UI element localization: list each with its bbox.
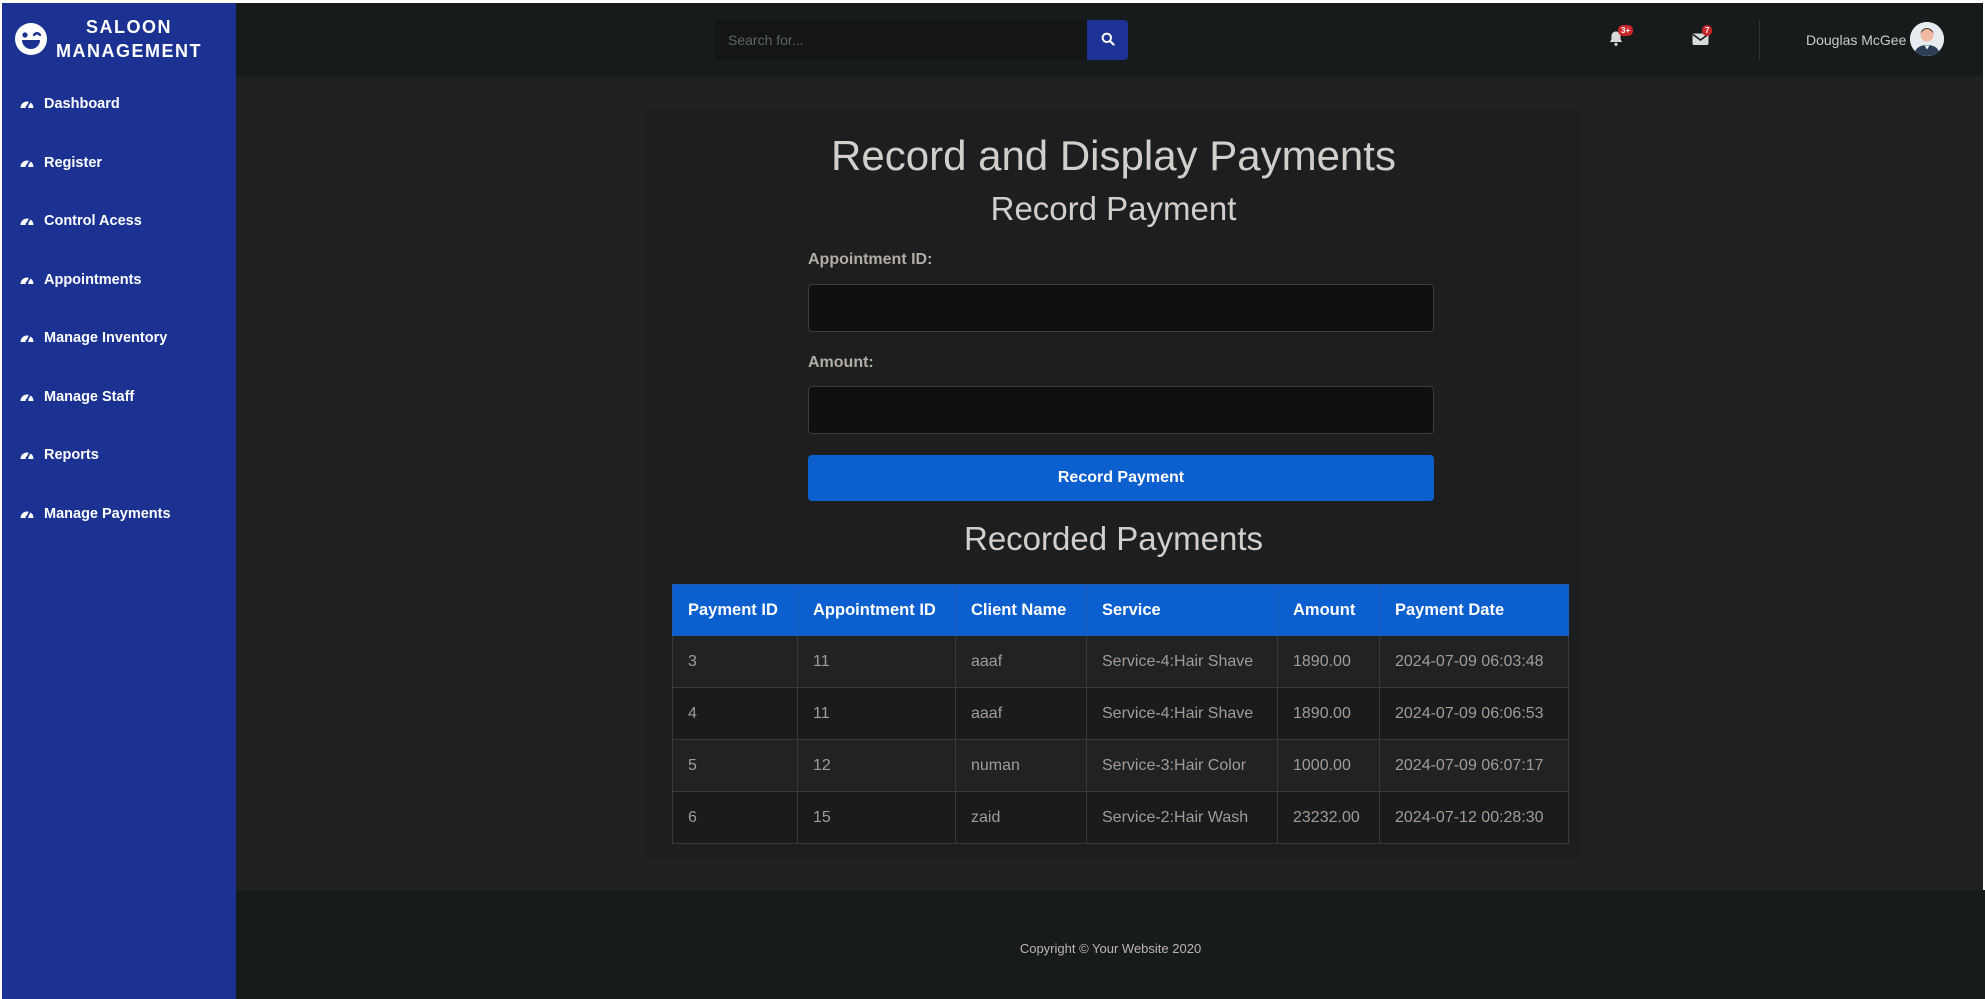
footer: Copyright © Your Website 2020 xyxy=(236,890,1985,999)
cell-service: Service-4:Hair Shave xyxy=(1086,635,1278,688)
search-input[interactable] xyxy=(715,20,1087,60)
payments-card: Record and Display Payments Record Payme… xyxy=(646,110,1581,860)
record-payment-button[interactable]: Record Payment xyxy=(808,455,1434,501)
cell-appointment-id: 12 xyxy=(797,739,956,792)
table-title: Recorded Payments xyxy=(964,520,1263,557)
page-title: Record and Display Payments xyxy=(831,132,1396,179)
cell-amount: 1890.00 xyxy=(1277,635,1380,688)
laugh-wink-icon xyxy=(14,22,48,56)
cell-service: Service-2:Hair Wash xyxy=(1086,791,1278,844)
appointment-id-label: Appointment ID: xyxy=(808,251,933,268)
tachometer-icon xyxy=(19,389,35,405)
column-header-payment-date: Payment Date xyxy=(1379,584,1569,636)
tachometer-icon xyxy=(19,213,35,229)
topbar-divider xyxy=(1759,20,1760,60)
amount-label: Amount: xyxy=(808,354,874,371)
sidebar-item-appointments[interactable]: Appointments xyxy=(2,251,236,310)
sidebar-nav: Dashboard Register Control Acess Appoint… xyxy=(2,75,236,543)
tachometer-icon xyxy=(19,96,35,112)
cell-appointment-id: 15 xyxy=(797,791,956,844)
cell-appointment-id: 11 xyxy=(797,635,956,688)
cell-client-name: numan xyxy=(955,739,1087,792)
sidebar-item-label: Control Acess xyxy=(44,213,142,230)
tachometer-icon xyxy=(19,330,35,346)
messages-button[interactable]: 7 xyxy=(1692,25,1713,48)
topbar: 3+ 7 Douglas McGee xyxy=(236,3,1983,76)
copyright-text: Copyright © Your Website 2020 xyxy=(1019,941,1202,956)
cell-payment-date: 2024-07-09 06:07:17 xyxy=(1379,739,1569,792)
main-area: 3+ 7 Douglas McGee Record and Display Pa… xyxy=(236,3,1985,999)
sidebar-item-label: Dashboard xyxy=(44,96,120,113)
column-header-appointment-id: Appointment ID xyxy=(797,584,956,636)
app-window: SALOON MANAGEMENT Dashboard Register Con… xyxy=(2,3,1985,999)
form-title: Record Payment xyxy=(990,190,1237,227)
cell-payment-date: 2024-07-09 06:06:53 xyxy=(1379,687,1569,740)
cell-amount: 1000.00 xyxy=(1277,739,1380,792)
column-header-amount: Amount xyxy=(1277,584,1380,636)
cell-client-name: aaaf xyxy=(955,687,1087,740)
tachometer-icon xyxy=(19,506,35,522)
avatar[interactable] xyxy=(1910,22,1944,56)
tachometer-icon xyxy=(19,155,35,171)
amount-field[interactable] xyxy=(808,386,1434,434)
cell-appointment-id: 11 xyxy=(797,687,956,740)
column-header-service: Service xyxy=(1086,584,1278,636)
table-row: 5 12 numan Service-3:Hair Color 1000.00 … xyxy=(672,739,1569,792)
messages-badge: 7 xyxy=(1702,25,1713,36)
cell-payment-id: 3 xyxy=(672,635,798,688)
tachometer-icon xyxy=(19,447,35,463)
cell-payment-date: 2024-07-09 06:03:48 xyxy=(1379,635,1569,688)
brand-line-1: SALOON xyxy=(85,17,172,37)
sidebar-item-control-access[interactable]: Control Acess xyxy=(2,192,236,251)
sidebar-item-label: Appointments xyxy=(44,271,142,288)
cell-amount: 1890.00 xyxy=(1277,687,1380,740)
brand-line-2: MANAGEMENT xyxy=(56,41,202,61)
brand[interactable]: SALOON MANAGEMENT xyxy=(2,3,236,75)
sidebar-item-register[interactable]: Register xyxy=(2,134,236,193)
alerts-button[interactable]: 3+ xyxy=(1608,25,1634,51)
user-name[interactable]: Douglas McGee xyxy=(1806,32,1906,48)
search-bar xyxy=(715,20,1128,60)
cell-amount: 23232.00 xyxy=(1277,791,1380,844)
sidebar-item-manage-staff[interactable]: Manage Staff xyxy=(2,368,236,427)
payments-table: Payment ID Appointment ID Client Name Se… xyxy=(672,584,1569,844)
table-row: 4 11 aaaf Service-4:Hair Shave 1890.00 2… xyxy=(672,687,1569,740)
sidebar-item-manage-payments[interactable]: Manage Payments xyxy=(2,485,236,544)
bell-icon xyxy=(1608,31,1624,51)
cell-payment-id: 4 xyxy=(672,687,798,740)
sidebar-item-label: Manage Inventory xyxy=(44,330,168,347)
cell-service: Service-4:Hair Shave xyxy=(1086,687,1278,740)
cell-service: Service-3:Hair Color xyxy=(1086,739,1278,792)
cell-client-name: aaaf xyxy=(955,635,1087,688)
appointment-id-field[interactable] xyxy=(808,284,1434,332)
sidebar: SALOON MANAGEMENT Dashboard Register Con… xyxy=(2,3,236,999)
sidebar-item-label: Reports xyxy=(44,447,99,464)
column-header-payment-id: Payment ID xyxy=(672,584,798,636)
brand-name: SALOON MANAGEMENT xyxy=(48,15,210,63)
sidebar-item-dashboard[interactable]: Dashboard xyxy=(2,75,236,134)
cell-payment-date: 2024-07-12 00:28:30 xyxy=(1379,791,1569,844)
tachometer-icon xyxy=(19,272,35,288)
search-icon xyxy=(1101,32,1115,49)
sidebar-item-label: Register xyxy=(44,154,103,171)
sidebar-item-manage-inventory[interactable]: Manage Inventory xyxy=(2,309,236,368)
cell-client-name: zaid xyxy=(955,791,1087,844)
sidebar-item-label: Manage Staff xyxy=(44,388,135,405)
search-button[interactable] xyxy=(1087,20,1128,60)
cell-payment-id: 6 xyxy=(672,791,798,844)
sidebar-item-label: Manage Payments xyxy=(44,505,171,522)
table-row: 3 11 aaaf Service-4:Hair Shave 1890.00 2… xyxy=(672,635,1569,688)
sidebar-item-reports[interactable]: Reports xyxy=(2,426,236,485)
alerts-badge: 3+ xyxy=(1618,25,1634,36)
table-row: 6 15 zaid Service-2:Hair Wash 23232.00 2… xyxy=(672,791,1569,844)
column-header-client-name: Client Name xyxy=(955,584,1087,636)
table-header-row: Payment ID Appointment ID Client Name Se… xyxy=(672,584,1569,636)
cell-payment-id: 5 xyxy=(672,739,798,792)
